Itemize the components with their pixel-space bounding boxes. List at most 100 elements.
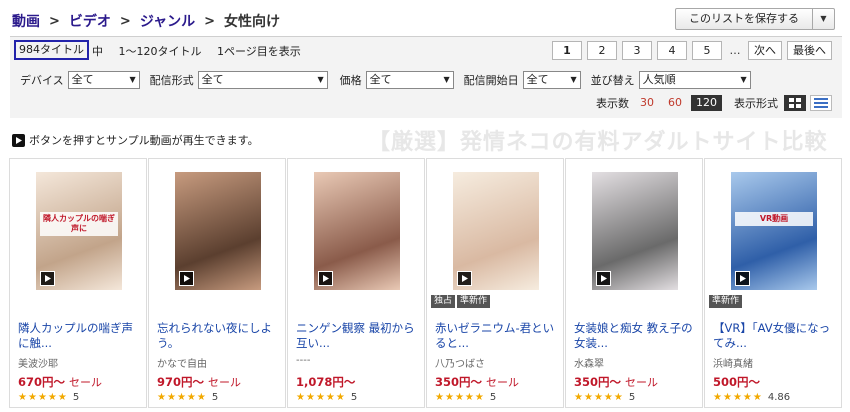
save-list-button[interactable]: このリストを保存する <box>676 9 812 29</box>
page-4[interactable]: 4 <box>657 41 687 60</box>
star-icon: ★ <box>574 391 583 403</box>
product-price: 670円〜 セール <box>18 374 102 390</box>
total-count: 984タイトル <box>14 40 89 60</box>
filter-row: デバイス 全て ▼ 配信形式 全て ▼ 価格 全て ▼ 配信開始日 全て ▼ 並び替え … <box>20 71 751 89</box>
product-card[interactable]: 独占 準新作 赤いゼラニウム-君といると... 八乃つばさ 350円〜 セール ★ ★ ★ ★ ★… <box>426 158 564 408</box>
sale-label: セール <box>625 376 659 389</box>
status-badge: 準新作 <box>457 295 491 308</box>
product-thumbnail[interactable] <box>592 172 678 290</box>
product-thumbnail[interactable]: 隣人カップルの喘ぎ声に <box>36 172 122 290</box>
play-icon <box>12 133 25 147</box>
count-label: 表示数 <box>596 97 629 110</box>
chevron-down-icon[interactable]: ▼ <box>812 9 834 29</box>
star-icon: ★ <box>27 391 37 403</box>
product-title-link[interactable]: 隣人カップルの喘ぎ声に触... <box>18 321 142 351</box>
badge-group: 準新作 <box>709 295 743 308</box>
chevron-down-icon: ▼ <box>129 75 136 84</box>
rating: ★ ★ ★ ★ ★ 5 <box>435 392 496 403</box>
play-sample-icon[interactable] <box>40 271 55 286</box>
count-30[interactable]: 30 <box>635 95 659 111</box>
star-icon: ★ <box>296 391 305 403</box>
delivery-select[interactable]: 全て ▼ <box>197 71 328 89</box>
star-icon: ★ <box>435 391 444 403</box>
star-icon: ★ <box>315 391 325 403</box>
total-suffix: 中 <box>92 45 103 58</box>
play-sample-icon[interactable] <box>179 271 194 286</box>
pagination: 1 2 3 4 5 … 次へ 最後へ <box>552 41 832 60</box>
sample-hint-text: ボタンを押すとサンプル動画が再生できます。 <box>29 134 259 147</box>
page-1[interactable]: 1 <box>552 41 582 60</box>
product-performer[interactable]: 美波沙耶 <box>18 355 58 370</box>
product-thumbnail[interactable] <box>314 172 400 290</box>
status-badge: 独占 <box>431 295 456 308</box>
chevron-down-icon: ▼ <box>317 75 324 84</box>
product-card[interactable]: 忘れられない夜にしよう。 かなで自由 970円〜 セール ★ ★ ★ ★ ★ 5 <box>148 158 286 408</box>
chevron-down-icon: ▼ <box>570 75 577 84</box>
star-icon: ★ <box>464 391 474 403</box>
grid-view-icon[interactable] <box>784 95 806 111</box>
product-thumbnail[interactable] <box>175 172 261 290</box>
breadcrumb-separator: > <box>49 13 60 29</box>
product-performer[interactable]: 浜崎真緒 <box>713 355 753 370</box>
product-title-link[interactable]: 忘れられない夜にしよう。 <box>157 321 281 351</box>
product-card[interactable]: 隣人カップルの喘ぎ声に隣人カップルの喘ぎ声に触... 美波沙耶 670円〜 セール ★… <box>9 158 147 408</box>
play-sample-icon[interactable] <box>735 271 750 286</box>
result-range: 1〜120タイトル <box>118 45 202 58</box>
play-sample-icon[interactable] <box>457 271 472 286</box>
product-card[interactable]: VR動画 準新作 【VR】「AV女優になってみ... 浜崎真緒 500円〜 ★ ★ ★ ★ ★ 4.… <box>704 158 842 408</box>
page-5[interactable]: 5 <box>692 41 722 60</box>
star-icon: ★ <box>335 391 345 403</box>
price-select[interactable]: 全て ▼ <box>365 71 454 89</box>
page-2[interactable]: 2 <box>587 41 617 60</box>
start-date-select[interactable]: 全て ▼ <box>522 71 581 89</box>
page-3[interactable]: 3 <box>622 41 652 60</box>
result-summary: 中 1〜120タイトル 1ページ目を表示 <box>92 43 313 59</box>
product-performer[interactable]: 八乃つばさ <box>435 355 485 370</box>
breadcrumb: 動画 > ビデオ > ジャンル > 女性向け <box>12 11 280 31</box>
view-options: 表示数 30 60 120 表示形式 <box>596 95 832 111</box>
star-icon: ★ <box>57 391 67 403</box>
rating-value: 5 <box>350 392 358 403</box>
star-icon: ★ <box>47 391 57 403</box>
price-value: 350円〜 <box>574 375 622 389</box>
sample-hint: ボタンを押すとサンプル動画が再生できます。 <box>12 132 259 148</box>
count-60[interactable]: 60 <box>663 95 687 111</box>
sort-select[interactable]: 人気順 ▼ <box>638 71 751 89</box>
rating: ★ ★ ★ ★ ★ 5 <box>296 392 357 403</box>
breadcrumb-douga[interactable]: 動画 <box>12 11 40 31</box>
rating-value: 4.86 <box>767 392 791 403</box>
product-performer[interactable]: かなで自由 <box>157 355 207 370</box>
product-card[interactable]: 女装娘と痴女 教え子の女装... 水森翠 350円〜 セール ★ ★ ★ ★ ★ 5 <box>565 158 703 408</box>
play-sample-icon[interactable] <box>596 271 611 286</box>
sort-value: 人気順 <box>642 73 676 86</box>
product-card[interactable]: ニンゲン観察 最初から互い... ---- 1,078円〜 ★ ★ ★ ★ ★ 5 <box>287 158 425 408</box>
save-list-button-group: このリストを保存する ▼ <box>675 8 835 30</box>
delivery-label: 配信形式 <box>149 74 194 87</box>
product-thumbnail[interactable] <box>453 172 539 290</box>
product-performer[interactable]: 水森翠 <box>574 355 604 370</box>
product-title-link[interactable]: 【VR】「AV女優になってみ... <box>713 321 837 351</box>
product-title-link[interactable]: 赤いゼラニウム-君といると... <box>435 321 559 351</box>
breadcrumb-separator: > <box>204 13 216 29</box>
list-view-icon[interactable] <box>810 95 832 111</box>
start-date-value: 全て <box>526 73 549 86</box>
product-performer[interactable]: ---- <box>296 355 310 366</box>
device-select[interactable]: 全て ▼ <box>67 71 140 89</box>
format-label: 表示形式 <box>734 97 778 110</box>
product-title-link[interactable]: ニンゲン観察 最初から互い... <box>296 321 420 351</box>
play-sample-icon[interactable] <box>318 271 333 286</box>
price-value: 350円〜 <box>435 375 483 389</box>
thumbnail-caption: VR動画 <box>735 212 813 226</box>
star-icon: ★ <box>713 391 722 403</box>
breadcrumb-genre[interactable]: ジャンル <box>140 11 195 31</box>
last-page-button[interactable]: 最後へ <box>787 41 832 60</box>
star-icon: ★ <box>444 391 454 403</box>
star-icon: ★ <box>593 391 603 403</box>
product-thumbnail[interactable]: VR動画 <box>731 172 817 290</box>
next-page-button[interactable]: 次へ <box>748 41 782 60</box>
product-title-link[interactable]: 女装娘と痴女 教え子の女装... <box>574 321 698 351</box>
count-120[interactable]: 120 <box>691 95 722 111</box>
star-icon: ★ <box>196 391 206 403</box>
filter-bar: 984タイトル 中 1〜120タイトル 1ページ目を表示 1 2 3 4 5 …… <box>10 36 842 118</box>
breadcrumb-video[interactable]: ビデオ <box>69 11 111 31</box>
